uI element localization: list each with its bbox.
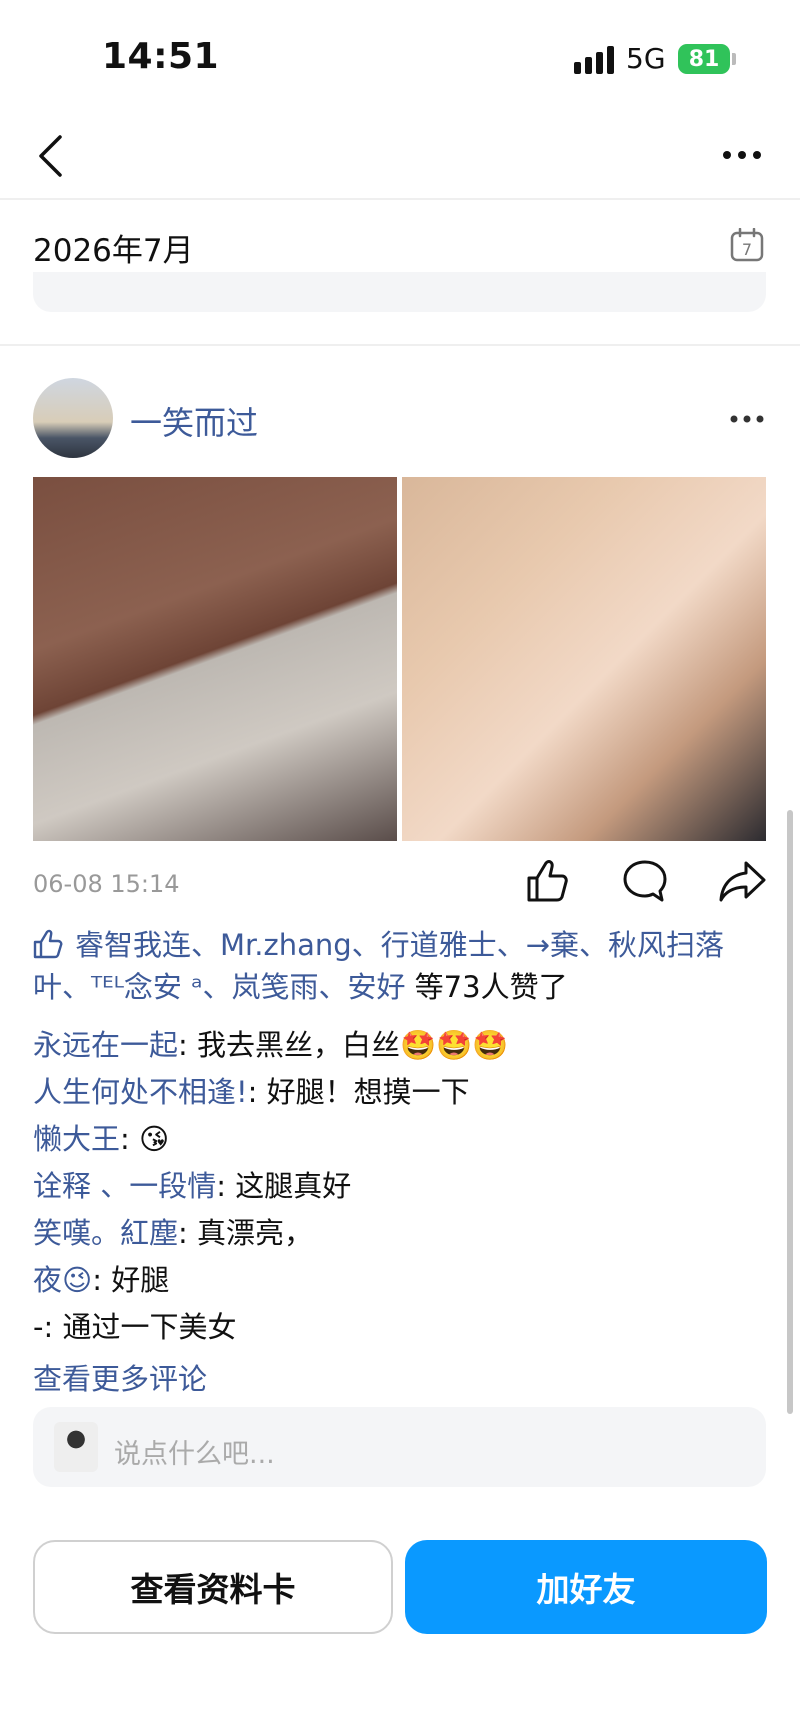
back-icon[interactable] — [36, 134, 66, 178]
comment-text: : 好腿！想摸一下 — [247, 1075, 470, 1109]
more-comments-link[interactable]: 查看更多评论 — [33, 1356, 207, 1398]
like-icon[interactable] — [524, 858, 570, 904]
more-icon[interactable] — [730, 414, 764, 424]
list-item[interactable]: 笑嘆。紅塵: 真漂亮， — [33, 1210, 768, 1257]
network-label: 5G — [626, 42, 666, 75]
month-label: 2026年7月 — [33, 233, 194, 269]
calendar-icon[interactable]: 7 — [730, 228, 764, 262]
like-small-icon — [33, 929, 63, 959]
list-item[interactable]: 夜😉: 好腿 — [33, 1257, 768, 1304]
comment-text: : 我去黑丝，白丝🤩🤩🤩 — [178, 1028, 509, 1062]
comment-text: : 这腿真好 — [216, 1169, 352, 1203]
post-photo-1[interactable] — [33, 477, 397, 841]
comment-author[interactable]: 永远在一起 — [33, 1028, 178, 1062]
likes-line: 睿智我连、Mr.zhang、行道雅士、→棄、秋风扫落叶、ᵀᴱᴸ念安 ᵃ、岚笺雨、… — [33, 924, 768, 1008]
comment-placeholder[interactable]: 说点什么吧... — [114, 1432, 275, 1471]
list-item[interactable]: -: 通过一下美女 — [33, 1304, 768, 1351]
list-item[interactable]: 诠释 、一段情: 这腿真好 — [33, 1163, 768, 1210]
comment-text: : 好腿 — [92, 1263, 170, 1297]
comment-list: 永远在一起: 我去黑丝，白丝🤩🤩🤩 人生何处不相逢!: 好腿！想摸一下 懒大王:… — [33, 1022, 768, 1351]
calendar-day: 7 — [742, 240, 752, 259]
comment-text: : 真漂亮， — [178, 1216, 314, 1250]
comment-icon[interactable] — [622, 858, 668, 904]
post-timestamp: 06-08 15:14 — [33, 870, 180, 898]
list-item[interactable]: 懒大王: 😘 — [33, 1116, 768, 1163]
list-item[interactable]: 永远在一起: 我去黑丝，白丝🤩🤩🤩 — [33, 1022, 768, 1069]
comment-author[interactable]: 诠释 、一段情 — [33, 1169, 216, 1203]
battery-icon: 81 — [678, 44, 730, 74]
comment-text: : 通过一下美女 — [43, 1310, 237, 1344]
list-item[interactable]: 人生何处不相逢!: 好腿！想摸一下 — [33, 1069, 768, 1116]
comment-author[interactable]: 夜😉 — [33, 1263, 92, 1297]
previous-post-card — [33, 272, 766, 312]
likes-count: 等73人赞了 — [405, 970, 568, 1004]
avatar[interactable] — [33, 378, 113, 458]
comment-author[interactable]: 人生何处不相逢! — [33, 1075, 248, 1109]
section-divider — [0, 344, 800, 346]
comment-author[interactable]: 懒大王 — [33, 1122, 120, 1156]
comment-author[interactable]: 笑嘆。紅塵 — [33, 1216, 178, 1250]
post-photo-2[interactable] — [402, 477, 766, 841]
add-friend-button[interactable]: 加好友 — [405, 1540, 767, 1634]
share-icon[interactable] — [718, 858, 768, 904]
avatar — [54, 1422, 98, 1472]
battery-tip — [732, 53, 736, 65]
comment-text: : 😘 — [120, 1122, 170, 1156]
status-time: 14:51 — [102, 36, 220, 77]
view-profile-card-button[interactable]: 查看资料卡 — [33, 1540, 393, 1634]
signal-icon — [574, 46, 614, 74]
scrollbar[interactable] — [787, 810, 793, 1414]
post-username[interactable]: 一笑而过 — [130, 398, 258, 444]
more-icon[interactable] — [722, 150, 762, 160]
comment-author[interactable]: - — [33, 1310, 43, 1344]
likes-names[interactable]: 睿智我连、Mr.zhang、行道雅士、→棄、秋风扫落叶、ᵀᴱᴸ念安 ᵃ、岚笺雨、… — [33, 928, 724, 1004]
nav-divider — [0, 198, 800, 200]
